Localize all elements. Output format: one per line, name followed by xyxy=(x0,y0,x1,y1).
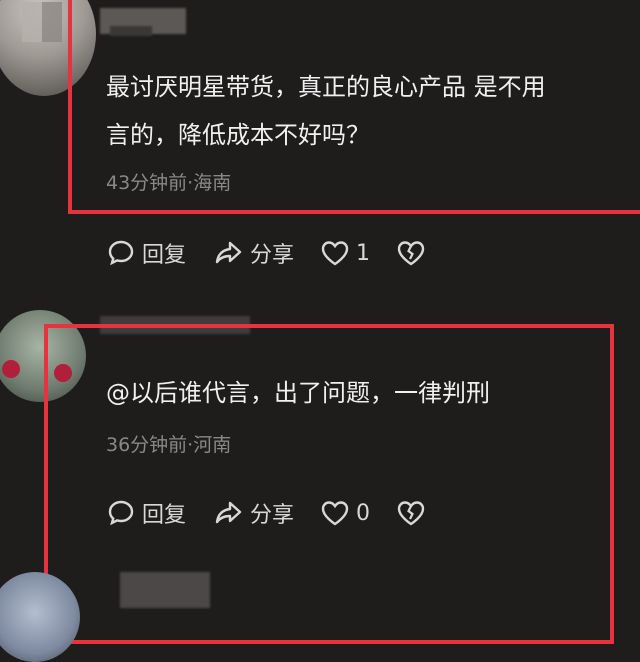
share-button[interactable]: 分享 xyxy=(212,497,294,529)
share-button[interactable]: 分享 xyxy=(212,237,294,269)
dislike-icon xyxy=(396,499,426,527)
reply-button[interactable]: 回复 xyxy=(106,497,186,529)
share-label: 分享 xyxy=(250,503,295,528)
reply-icon xyxy=(106,498,136,528)
like-button[interactable]: 1 xyxy=(320,239,370,267)
like-icon xyxy=(320,499,350,527)
reply-label: 回复 xyxy=(142,243,187,268)
comment-text-continued: 言的，降低成本不好吗？ xyxy=(106,121,370,149)
share-icon xyxy=(212,238,244,268)
comment-meta: 43分钟前·海南 xyxy=(106,172,232,194)
comment-text: @以后谁代言，出了问题，一律判刑 xyxy=(106,379,490,407)
dislike-button[interactable] xyxy=(396,239,426,267)
comment-actions: 回复 分享 0 xyxy=(106,496,452,530)
share-icon xyxy=(212,498,244,528)
dislike-icon xyxy=(396,239,426,267)
username-blurred xyxy=(120,572,210,608)
reply-button[interactable]: 回复 xyxy=(106,237,186,269)
reply-icon xyxy=(106,238,136,268)
dislike-button[interactable] xyxy=(396,499,426,527)
like-count: 0 xyxy=(356,500,371,526)
like-icon xyxy=(320,239,350,267)
comment-meta: 36分钟前·河南 xyxy=(106,434,232,456)
comment-text: 最讨厌明星带货，真正的良心产品 是不用 xyxy=(106,73,546,101)
like-count: 1 xyxy=(356,240,371,266)
reply-label: 回复 xyxy=(142,503,187,528)
like-button[interactable]: 0 xyxy=(320,499,370,527)
comment-actions: 回复 分享 1 xyxy=(106,236,452,270)
share-label: 分享 xyxy=(250,243,295,268)
avatar[interactable] xyxy=(0,572,80,662)
